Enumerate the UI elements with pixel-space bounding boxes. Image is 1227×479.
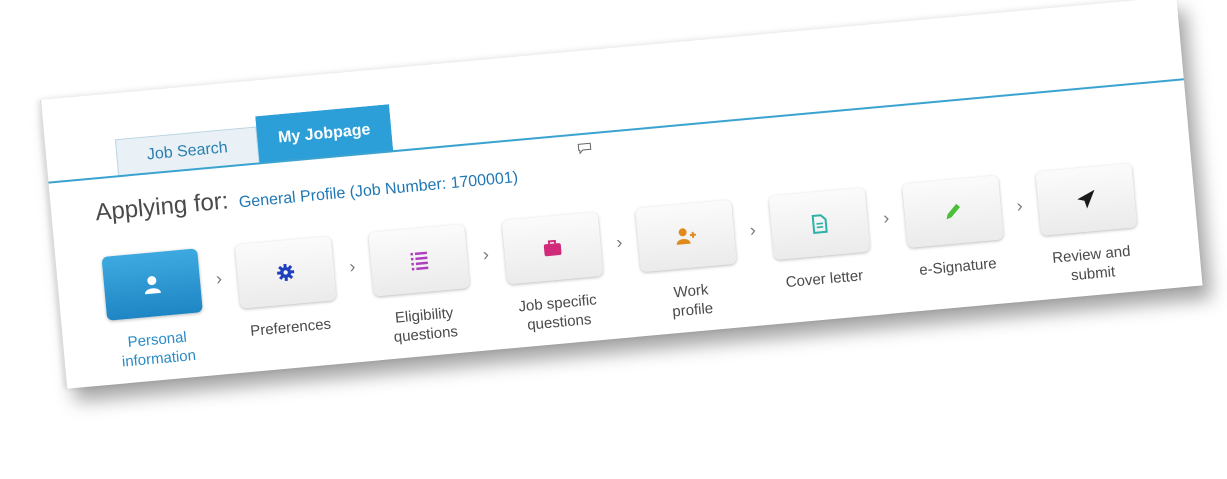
step-label: Preferences (249, 315, 332, 340)
applying-for-label: Applying for: (94, 187, 230, 227)
step-label: Personal information (121, 328, 197, 371)
chevron-right-icon: › (481, 243, 490, 264)
add-user-icon (676, 228, 696, 245)
chevron-right-icon: › (214, 267, 223, 289)
step-button[interactable] (902, 175, 1004, 248)
step-label: Work profile (671, 281, 714, 321)
step-personal-information[interactable]: Personal information (99, 248, 209, 373)
chevron-right-icon: › (615, 231, 624, 252)
step-button[interactable] (768, 187, 871, 261)
step-button[interactable] (635, 199, 737, 273)
screenshot-stage: Job Search My Jobpage Applying for: Gene… (0, 0, 1227, 479)
job-profile-link[interactable]: General Profile (Job Number: 1700001) (238, 169, 519, 211)
step-preferences[interactable]: Preferences (233, 236, 341, 342)
step-label: Eligibility questions (393, 304, 459, 346)
tab-my-jobpage[interactable]: My Jobpage (255, 104, 394, 164)
step-cover-letter[interactable]: Cover letter (767, 187, 875, 293)
step-button[interactable] (501, 211, 604, 285)
step-button[interactable] (101, 248, 203, 321)
gear-icon (277, 263, 295, 282)
step-label: Job specific questions (517, 291, 598, 334)
step-eligibility-questions[interactable]: Eligibility questions (366, 224, 476, 349)
chevron-right-icon: › (748, 219, 757, 240)
step-e-signature[interactable]: e-Signature (900, 175, 1008, 281)
step-label: Cover letter (785, 267, 864, 292)
send-icon (1077, 189, 1095, 209)
step-button[interactable] (234, 236, 337, 309)
step-label: Review and submit (1051, 242, 1132, 285)
application-card: Job Search My Jobpage Applying for: Gene… (40, 0, 1203, 389)
chevron-right-icon: › (348, 255, 357, 277)
pencil-icon (946, 203, 960, 220)
step-label: e-Signature (918, 255, 998, 279)
person-icon (145, 276, 161, 295)
step-work-profile[interactable]: Work profile (633, 199, 743, 325)
tab-job-search-label: Job Search (146, 139, 229, 164)
chevron-right-icon: › (1015, 194, 1024, 216)
step-job-specific-questions[interactable]: Job specific questions (500, 211, 610, 337)
comment-icon[interactable] (577, 142, 592, 155)
list-icon (410, 251, 429, 271)
document-icon (811, 214, 828, 234)
tab-my-jobpage-label: My Jobpage (277, 121, 372, 147)
briefcase-icon (543, 239, 562, 257)
step-button[interactable] (368, 224, 470, 297)
step-review-and-submit[interactable]: Review and submit (1034, 163, 1144, 288)
step-button[interactable] (1035, 163, 1138, 236)
chevron-right-icon: › (882, 207, 891, 228)
